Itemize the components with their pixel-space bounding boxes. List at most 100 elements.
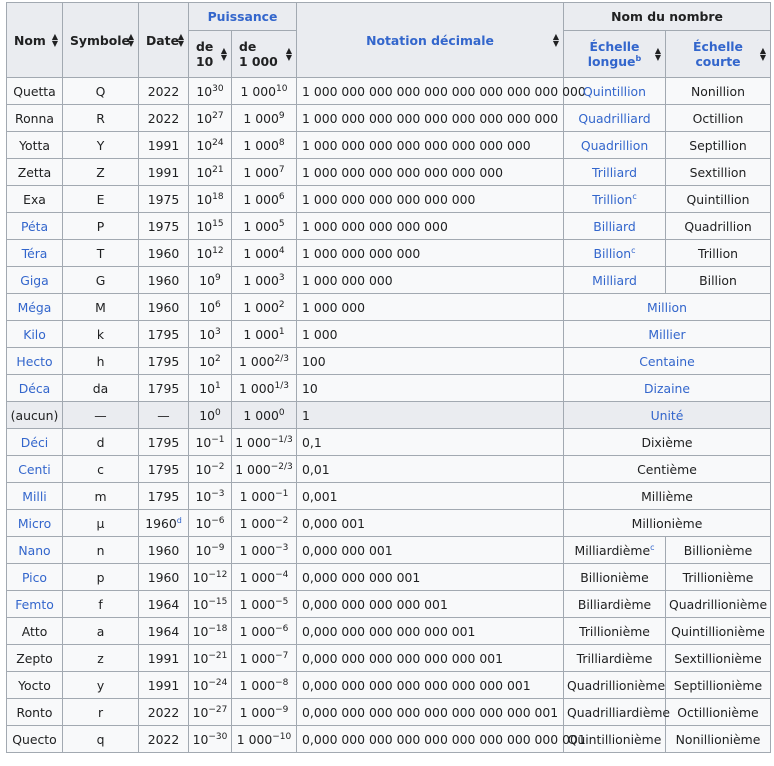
header-echelle-longue[interactable]: Échelle longueb ▲ ▼: [563, 30, 666, 78]
power-10-cell: 106: [188, 293, 232, 321]
power-10-cell: 10−6: [188, 509, 232, 537]
symbol-cell: d: [62, 428, 139, 456]
table-row: Ronto r 2022 10−27 1 000−9 0,000 000 000 000 …: [6, 698, 771, 726]
decimal-cell: 0,000 000 001: [296, 536, 564, 564]
footnote-ref[interactable]: c: [650, 543, 654, 552]
decimal-cell: 1 000 000 000 000 000 000 000: [296, 158, 564, 186]
number-name-cell[interactable]: Millier: [563, 320, 771, 348]
power-1000-cell: 1 000−8: [231, 671, 297, 699]
date-cell: 1991: [138, 671, 189, 699]
puissance-link[interactable]: Puissance: [208, 9, 278, 24]
long-scale-cell[interactable]: Quadrilliard: [563, 104, 666, 132]
number-name-cell[interactable]: Unité: [563, 401, 771, 429]
long-scale-cell[interactable]: Trillionc: [563, 185, 666, 213]
footnote-ref[interactable]: c: [631, 246, 635, 255]
power-1000-cell: 1 000−5: [231, 590, 297, 618]
long-scale-cell[interactable]: Billionc: [563, 239, 666, 267]
prefix-name-cell[interactable]: Centi: [6, 455, 63, 483]
date-cell: —: [138, 401, 189, 429]
header-nom[interactable]: Nom ▲ ▼: [6, 2, 63, 78]
long-scale-cell[interactable]: Billiard: [563, 212, 666, 240]
power-1000-cell: 1 00010: [231, 77, 297, 105]
power-1000-cell: 1 0004: [231, 239, 297, 267]
long-scale-cell[interactable]: Milliard: [563, 266, 666, 294]
power-10-cell: 10−15: [188, 590, 232, 618]
power-1000-cell: 1 000−1/3: [231, 428, 297, 456]
sort-arrows-icon[interactable]: ▲ ▼: [221, 47, 227, 62]
power-1000-cell: 1 0002: [231, 293, 297, 321]
prefix-name-cell[interactable]: Micro: [6, 509, 63, 537]
table-row: Déci d 1795 10−1 1 000−1/3 0,1 Dixième: [6, 428, 771, 456]
footnote-ref[interactable]: c: [632, 192, 636, 201]
date-cell: 1960: [138, 293, 189, 321]
decimal-cell: 0,000 000 000 001: [296, 563, 564, 591]
power-10-cell: 10−2: [188, 455, 232, 483]
prefix-name-cell: Ronna: [6, 104, 63, 132]
sort-arrows-icon[interactable]: ▲ ▼: [553, 33, 559, 48]
prefix-name-cell[interactable]: Milli: [6, 482, 63, 510]
header-de-1000[interactable]: de 1 000 ▲ ▼: [231, 30, 297, 78]
notation-link[interactable]: Notation décimale: [366, 33, 494, 48]
prefix-name-cell[interactable]: Déci: [6, 428, 63, 456]
echelle-longue-link[interactable]: Échelle longueb: [588, 39, 641, 69]
short-scale-cell: Sextillionième: [665, 644, 771, 672]
header-de-10[interactable]: de 10 ▲ ▼: [188, 30, 232, 78]
prefix-name-cell[interactable]: Hecto: [6, 347, 63, 375]
date-cell: 1991: [138, 644, 189, 672]
echelle-courte-link[interactable]: Échelle courte: [693, 39, 743, 69]
number-name-cell[interactable]: Dizaine: [563, 374, 771, 402]
footnote-ref[interactable]: b: [635, 54, 641, 63]
power-1000-cell: 1 000−6: [231, 617, 297, 645]
short-scale-cell: Trillion: [665, 239, 771, 267]
footnote-ref[interactable]: d: [177, 516, 182, 525]
header-notation[interactable]: Notation décimale ▲ ▼: [296, 2, 564, 78]
prefix-name-cell[interactable]: Pico: [6, 563, 63, 591]
power-10-cell: 102: [188, 347, 232, 375]
number-name-cell[interactable]: Million: [563, 293, 771, 321]
decimal-cell: 1 000 000 000 000 000 000 000 000 000 00…: [296, 77, 586, 105]
header-echelle-courte[interactable]: Échelle courte ▲ ▼: [665, 30, 771, 78]
prefix-name-cell[interactable]: Nano: [6, 536, 63, 564]
decimal-cell: 0,000 000 000 000 000 000 000 000 000 00…: [296, 725, 586, 753]
symbol-cell: p: [62, 563, 139, 591]
number-name-cell[interactable]: Centaine: [563, 347, 771, 375]
prefix-name-cell[interactable]: Déca: [6, 374, 63, 402]
decimal-cell: 0,000 000 000 000 000 000 000 001: [296, 671, 564, 699]
decimal-cell: 10: [296, 374, 564, 402]
sort-arrows-icon[interactable]: ▲ ▼: [760, 47, 766, 62]
table-row: Centi c 1795 10−2 1 000−2/3 0,01 Centième: [6, 455, 771, 483]
sort-arrows-icon[interactable]: ▲ ▼: [178, 33, 184, 48]
long-scale-cell: Billiardième: [563, 590, 666, 618]
table-row: Quecto q 2022 10−30 1 000−10 0,000 000 000 00…: [6, 725, 771, 753]
sort-arrows-icon[interactable]: ▲ ▼: [655, 47, 661, 62]
power-10-cell: 1018: [188, 185, 232, 213]
date-cell: 1795: [138, 320, 189, 348]
header-date[interactable]: Date ▲ ▼: [138, 2, 189, 78]
sort-arrows-icon[interactable]: ▲ ▼: [286, 47, 292, 62]
prefix-name-cell[interactable]: Péta: [6, 212, 63, 240]
symbol-cell: n: [62, 536, 139, 564]
decimal-cell: 1 000: [296, 320, 564, 348]
long-scale-cell[interactable]: Trilliard: [563, 158, 666, 186]
long-scale-cell[interactable]: Quadrillion: [563, 131, 666, 159]
prefix-name-cell[interactable]: Femto: [6, 590, 63, 618]
decimal-cell: 0,000 000 000 000 000 000 000 000 001: [296, 698, 564, 726]
short-scale-cell: Trillionième: [665, 563, 771, 591]
sort-arrows-icon[interactable]: ▲ ▼: [128, 33, 134, 48]
prefix-name-cell[interactable]: Giga: [6, 266, 63, 294]
table-row: Ronna R 2022 1027 1 0009 1 000 000 000 000 00…: [6, 104, 771, 132]
prefix-name-cell[interactable]: Téra: [6, 239, 63, 267]
power-10-cell: 10−24: [188, 671, 232, 699]
symbol-cell: Z: [62, 158, 139, 186]
prefix-name-cell: (aucun): [6, 401, 63, 429]
prefix-name-cell[interactable]: Méga: [6, 293, 63, 321]
sort-arrows-icon[interactable]: ▲ ▼: [52, 33, 58, 48]
table-row: Yocto y 1991 10−24 1 000−8 0,000 000 000 000 …: [6, 671, 771, 699]
symbol-cell: R: [62, 104, 139, 132]
short-scale-cell: Octillionième: [665, 698, 771, 726]
power-10-cell: 10−1: [188, 428, 232, 456]
short-scale-cell: Quintillionième: [665, 617, 771, 645]
header-symbole[interactable]: Symbole ▲ ▼: [62, 2, 139, 78]
prefix-name-cell[interactable]: Kilo: [6, 320, 63, 348]
power-10-cell: 100: [188, 401, 232, 429]
